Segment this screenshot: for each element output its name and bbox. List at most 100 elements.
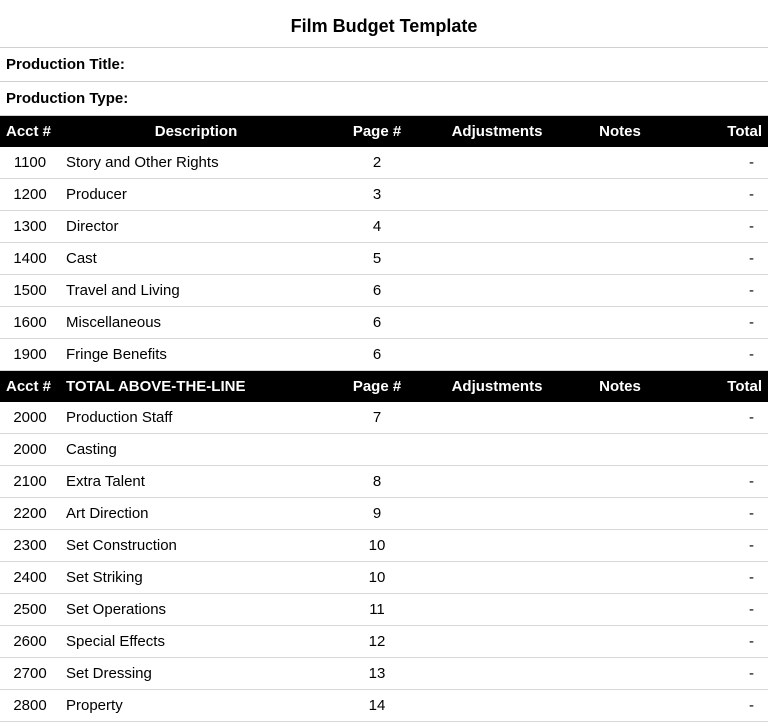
cell-desc: Travel and Living (60, 275, 332, 307)
table-row: 1200Producer3- (0, 179, 768, 211)
cell-acct: 1500 (0, 275, 60, 307)
table-row: 2200Art Direction9 - (0, 498, 768, 530)
table-row: 2300Set Construction10- (0, 530, 768, 562)
cell-acct: 1900 (0, 339, 60, 371)
cell-adj (422, 275, 572, 307)
budget-table: Acct # Description Page # Adjustments No… (0, 116, 768, 722)
cell-total: - (668, 179, 768, 211)
cell-adj (422, 530, 572, 562)
col-adj: Adjustments (422, 371, 572, 403)
cell-notes (572, 594, 668, 626)
table-row: 1100Story and Other Rights2- (0, 147, 768, 179)
cell-adj (422, 626, 572, 658)
table-row: 2700Set Dressing13- (0, 658, 768, 690)
col-adj: Adjustments (422, 116, 572, 147)
cell-adj (422, 307, 572, 339)
cell-total: - (668, 243, 768, 275)
col-page: Page # (332, 116, 422, 147)
cell-page (332, 434, 422, 466)
cell-page: 6 (332, 275, 422, 307)
cell-notes (572, 179, 668, 211)
cell-total: - (668, 498, 768, 530)
cell-adj (422, 179, 572, 211)
cell-page: 4 (332, 211, 422, 243)
cell-desc: Set Striking (60, 562, 332, 594)
cell-adj (422, 243, 572, 275)
cell-desc: Production Staff (60, 402, 332, 434)
cell-notes (572, 243, 668, 275)
cell-notes (572, 339, 668, 371)
cell-desc: Extra Talent (60, 466, 332, 498)
cell-acct: 2500 (0, 594, 60, 626)
cell-acct: 2700 (0, 658, 60, 690)
cell-page: 11 (332, 594, 422, 626)
table-row: 2000Casting (0, 434, 768, 466)
section1-body: 1100Story and Other Rights2-1200Producer… (0, 147, 768, 371)
col-acct: Acct # (0, 371, 60, 403)
cell-notes (572, 434, 668, 466)
cell-acct: 2200 (0, 498, 60, 530)
cell-total: - (668, 147, 768, 179)
cell-adj (422, 466, 572, 498)
cell-acct: 2000 (0, 434, 60, 466)
cell-adj (422, 147, 572, 179)
table-row: 1500Travel and Living6 - (0, 275, 768, 307)
cell-total: - (668, 211, 768, 243)
cell-desc: Producer (60, 179, 332, 211)
col-notes: Notes (572, 116, 668, 147)
cell-total: - (668, 275, 768, 307)
cell-acct: 2300 (0, 530, 60, 562)
cell-notes (572, 530, 668, 562)
cell-adj (422, 562, 572, 594)
col-acct: Acct # (0, 116, 60, 147)
cell-acct: 1100 (0, 147, 60, 179)
cell-desc: Fringe Benefits (60, 339, 332, 371)
cell-notes (572, 466, 668, 498)
cell-acct: 1400 (0, 243, 60, 275)
cell-page: 6 (332, 307, 422, 339)
cell-page: 12 (332, 626, 422, 658)
cell-desc: Art Direction (60, 498, 332, 530)
section2-header: Acct # TOTAL ABOVE-THE-LINE Page # Adjus… (0, 371, 768, 403)
cell-total: - (668, 562, 768, 594)
col-desc: TOTAL ABOVE-THE-LINE (60, 371, 332, 403)
cell-acct: 2600 (0, 626, 60, 658)
cell-total (668, 434, 768, 466)
cell-desc: Special Effects (60, 626, 332, 658)
section2-body: 2000Production Staff7-2000Casting2100Ext… (0, 402, 768, 722)
col-notes: Notes (572, 371, 668, 403)
cell-notes (572, 275, 668, 307)
cell-total: - (668, 466, 768, 498)
cell-desc: Cast (60, 243, 332, 275)
cell-notes (572, 498, 668, 530)
cell-adj (422, 211, 572, 243)
table-row: 2000Production Staff7- (0, 402, 768, 434)
production-type-label: Production Type: (0, 82, 768, 116)
col-desc: Description (60, 116, 332, 147)
col-total: Total (668, 371, 768, 403)
cell-page: 2 (332, 147, 422, 179)
table-row: 1900Fringe Benefits6- (0, 339, 768, 371)
section1-header: Acct # Description Page # Adjustments No… (0, 116, 768, 147)
cell-total: - (668, 626, 768, 658)
cell-adj (422, 402, 572, 434)
cell-acct: 1300 (0, 211, 60, 243)
table-row: 2600Special Effects12 - (0, 626, 768, 658)
cell-page: 7 (332, 402, 422, 434)
cell-notes (572, 402, 668, 434)
table-row: 1400Cast5- (0, 243, 768, 275)
cell-acct: 2400 (0, 562, 60, 594)
cell-desc: Miscellaneous (60, 307, 332, 339)
production-title-label: Production Title: (0, 48, 768, 82)
table-row: 2100Extra Talent8- (0, 466, 768, 498)
cell-adj (422, 658, 572, 690)
cell-page: 9 (332, 498, 422, 530)
document-title: Film Budget Template (0, 0, 768, 48)
cell-desc: Casting (60, 434, 332, 466)
cell-desc: Set Operations (60, 594, 332, 626)
cell-adj (422, 339, 572, 371)
cell-total: - (668, 530, 768, 562)
cell-acct: 1600 (0, 307, 60, 339)
col-total: Total (668, 116, 768, 147)
cell-desc: Set Construction (60, 530, 332, 562)
